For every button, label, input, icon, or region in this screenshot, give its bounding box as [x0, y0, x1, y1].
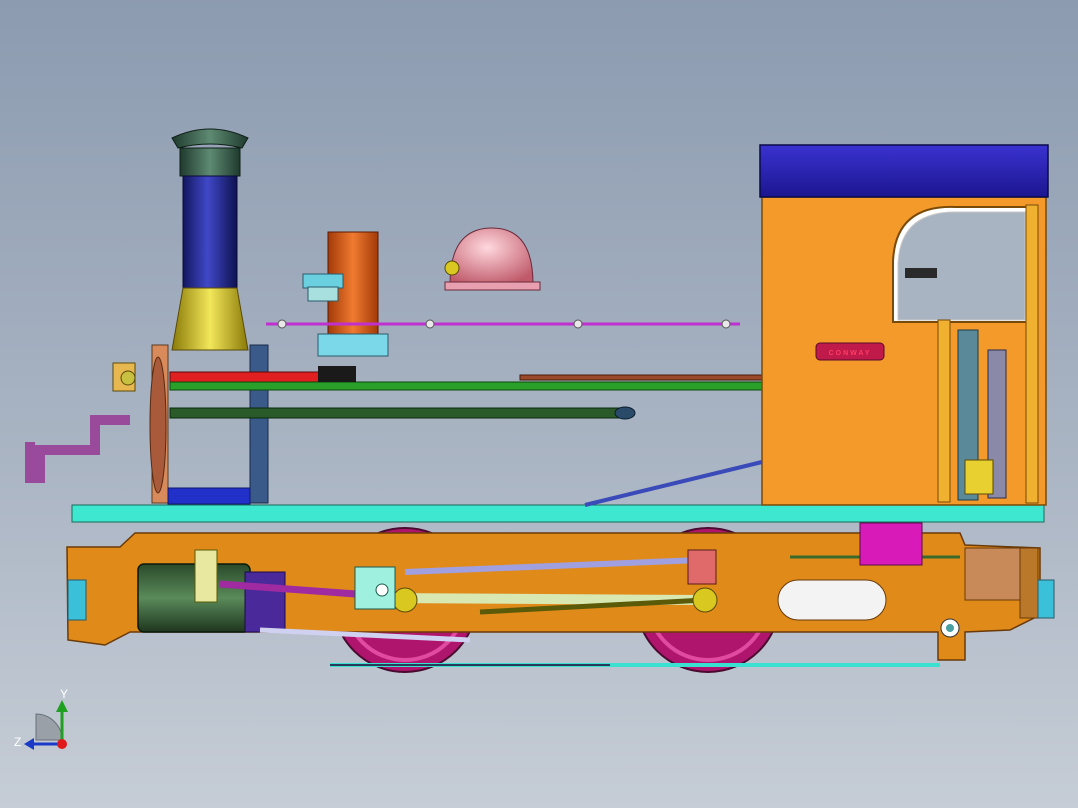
chimney[interactable]: [171, 128, 249, 351]
sandbox[interactable]: [302, 231, 389, 357]
nameplate-text: CONWAY: [829, 350, 872, 357]
smokebox-frame[interactable]: [149, 344, 269, 505]
cab-roof[interactable]: [759, 144, 1049, 198]
footplate[interactable]: [71, 504, 1045, 523]
axis-triad: Y Z: [14, 687, 68, 750]
cad-viewport[interactable]: CONWAY Y Z: [0, 0, 1078, 808]
z-axis-label: Z: [14, 735, 21, 749]
nameplate: CONWAY: [815, 342, 885, 361]
steam-dome[interactable]: [444, 227, 541, 291]
front-pipework[interactable]: [25, 362, 136, 483]
y-axis-label: Y: [60, 687, 68, 701]
locomotive-model[interactable]: CONWAY Y Z: [0, 0, 1078, 808]
